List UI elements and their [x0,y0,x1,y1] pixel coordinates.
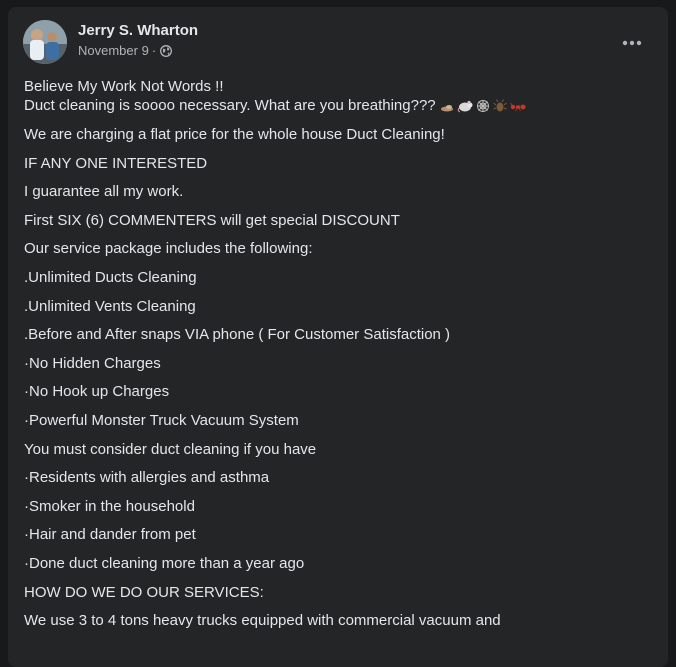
post-paragraph: ·No Hidden Charges [24,354,161,372]
post-line-text: Duct cleaning is soooo necessary. What a… [24,97,436,114]
post-header: Jerry S. Wharton November 9 · [23,20,668,64]
post-paragraph: First SIX (6) COMMENTERS will get specia… [24,211,400,229]
more-options-icon [622,40,642,46]
post-paragraph: .Unlimited Ducts Cleaning [24,268,197,286]
post-paragraph: HOW DO WE DO OUR SERVICES: [24,583,264,601]
bug-emoji [492,99,507,112]
post-intro: Believe My Work Not Words !! Duct cleani… [24,77,652,115]
post-meta: November 9 · [78,43,173,58]
post-paragraph: We use 3 to 4 tons heavy trucks equipped… [24,612,501,630]
emoji-group [440,99,526,113]
rat-emoji [457,100,473,113]
post-paragraph: .Unlimited Vents Cleaning [24,297,196,315]
avatar-photo [23,20,67,64]
post-paragraph: .Before and After snaps VIA phone ( For … [24,326,451,344]
post-body: Believe My Work Not Words !! Duct cleani… [24,77,652,640]
post-card: Jerry S. Wharton November 9 · Believe My… [8,7,668,667]
avatar[interactable] [23,20,67,64]
post-paragraph: You must consider duct cleaning if you h… [24,440,317,458]
more-options-button[interactable] [614,31,650,55]
ant-emoji [509,102,526,112]
post-paragraph: ·Powerful Monster Truck Vacuum System [24,411,299,429]
globe-icon[interactable] [160,44,173,57]
post-paragraph: ·Hair and dander from pet [24,526,196,544]
post-paragraph: ·Done duct cleaning more than a year ago [24,554,305,572]
author-name[interactable]: Jerry S. Wharton [78,22,198,39]
post-line: Believe My Work Not Words !! [24,78,224,95]
post-paragraph: ·No Hook up Charges [24,383,170,401]
post-paragraph: ·Residents with allergies and asthma [24,469,270,487]
post-paragraph: ·Smoker in the household [24,497,195,515]
post-paragraph: I guarantee all my work. [24,183,184,201]
spider-web-emoji [476,100,489,113]
post-paragraph: We are charging a flat price for the who… [24,126,445,143]
post-paragraph: IF ANY ONE INTERESTED [24,154,208,172]
post-line: Duct cleaning is soooo necessary. What a… [24,96,652,115]
post-date[interactable]: November 9 [78,43,149,58]
meta-separator: · [151,43,157,58]
dust-emoji [440,105,453,112]
post-paragraph: Our service package includes the followi… [24,240,313,258]
